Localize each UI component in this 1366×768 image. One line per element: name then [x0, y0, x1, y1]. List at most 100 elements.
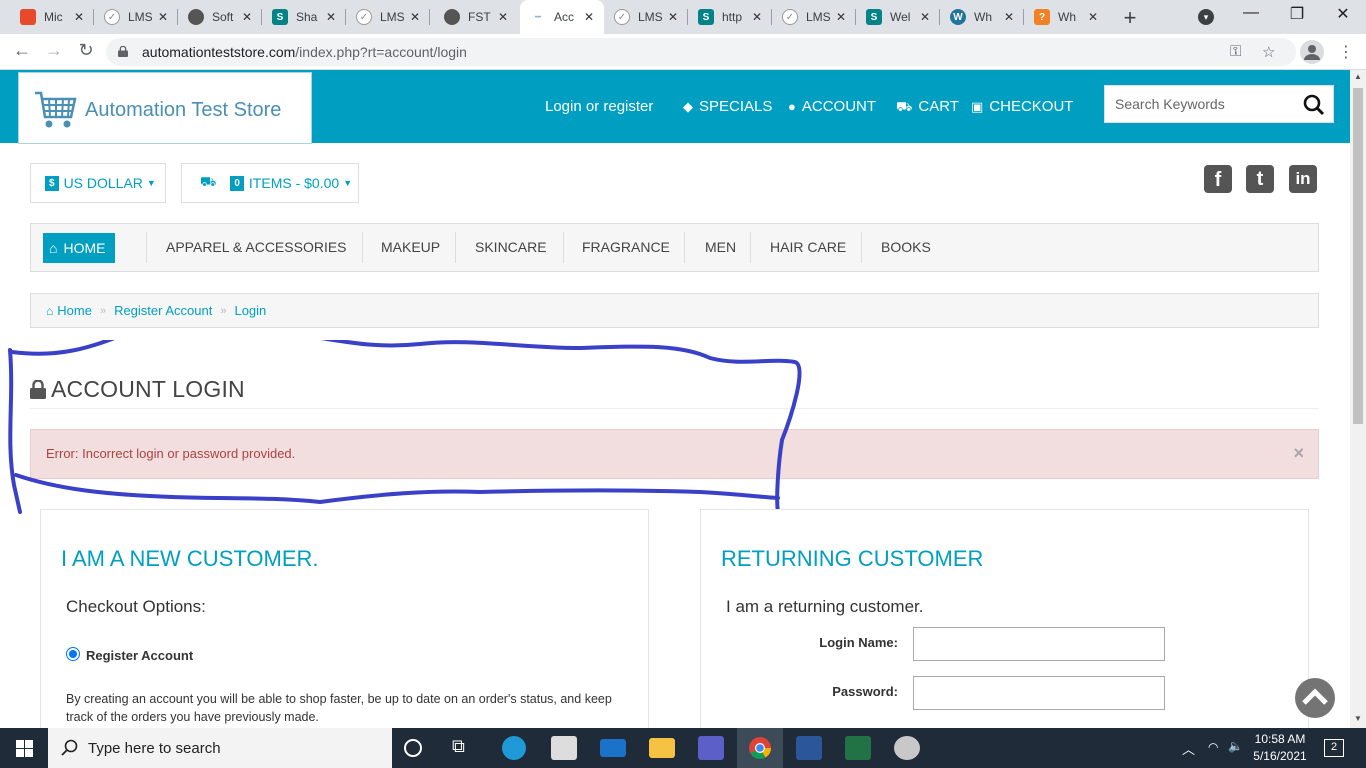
browser-tab[interactable]: ✓ LMS ✕ [94, 0, 178, 34]
star-icon[interactable]: ☆ [1262, 43, 1275, 61]
money-icon: ▣ [971, 99, 984, 114]
scroll-to-top-button[interactable] [1295, 678, 1335, 718]
close-tab-icon[interactable]: ✕ [74, 10, 84, 24]
menu-item-men[interactable]: MEN [695, 224, 746, 271]
mail-icon[interactable] [600, 739, 626, 757]
close-tab-icon[interactable]: ✕ [410, 10, 420, 24]
profile-avatar[interactable] [1300, 40, 1324, 64]
wifi-icon[interactable]: ◠ [1208, 740, 1218, 754]
store-icon[interactable] [551, 736, 577, 760]
returning-customer-heading: RETURNING CUSTOMER [721, 546, 984, 571]
browser-tab[interactable]: W Wh ✕ [940, 0, 1024, 34]
cart-link[interactable]: ⛟ CART [896, 98, 959, 117]
minimize-button[interactable]: — [1228, 4, 1274, 22]
key-icon[interactable]: ⚿ [1230, 43, 1241, 60]
search-icon[interactable] [1303, 94, 1325, 116]
checkout-link[interactable]: ▣ CHECKOUT [971, 98, 1073, 115]
browser-tab[interactable]: ✓ LMS ✕ [346, 0, 430, 34]
back-icon[interactable]: ← [10, 40, 34, 61]
close-tab-icon[interactable]: ✕ [584, 10, 594, 24]
breadcrumb-home[interactable]: Home [57, 303, 92, 318]
breadcrumb-login[interactable]: Login [234, 303, 266, 318]
snipping-tool-icon[interactable] [894, 736, 920, 760]
menu-item-books[interactable]: BOOKS [871, 224, 941, 271]
excel-icon[interactable] [845, 736, 871, 760]
close-tab-icon[interactable]: ✕ [920, 10, 930, 24]
cortana-icon[interactable] [404, 739, 422, 757]
breadcrumb-register-account[interactable]: Register Account [114, 303, 212, 318]
scroll-up-icon[interactable]: ▲ [1354, 72, 1362, 81]
register-account-radio[interactable] [66, 647, 80, 661]
menu-item-hair-care[interactable]: HAIR CARE [760, 224, 856, 271]
site-header: Automation Test Store Login or register … [0, 70, 1350, 144]
show-hidden-icons-icon[interactable]: ︿ [1182, 739, 1195, 758]
page-scrollbar[interactable]: ▲ ▼ [1350, 70, 1366, 728]
scroll-down-icon[interactable]: ▼ [1354, 714, 1362, 723]
browser-tab[interactable]: ? Wh ✕ [1024, 0, 1108, 34]
browser-tab-active[interactable]: ━ Acc ✕ [520, 0, 604, 34]
close-tab-icon[interactable]: ✕ [836, 10, 846, 24]
login-register-link[interactable]: Login or register [545, 98, 653, 115]
browser-tab[interactable]: FST ✕ [434, 0, 518, 34]
browser-menu-icon[interactable]: ⋮ [1338, 42, 1354, 62]
site-logo[interactable]: Automation Test Store [18, 72, 312, 144]
close-tab-icon[interactable]: ✕ [158, 10, 168, 24]
windows-start-icon[interactable] [16, 740, 33, 757]
word-icon[interactable] [796, 736, 822, 760]
file-explorer-icon[interactable] [649, 738, 675, 758]
browser-tab[interactable]: S http ✕ [688, 0, 772, 34]
notifications-icon[interactable]: 2 [1324, 739, 1344, 757]
reload-icon[interactable]: ↻ [74, 40, 98, 61]
browser-tab[interactable]: Mic ✕ [10, 0, 94, 34]
volume-icon[interactable]: 🔈 [1228, 739, 1243, 753]
tab-title: Soft [212, 10, 234, 24]
taskbar-clock[interactable]: 10:58 AM 5/16/2021 [1250, 731, 1310, 765]
menu-item-makeup[interactable]: MAKEUP [371, 224, 450, 271]
password-input[interactable] [913, 676, 1165, 710]
home-menu-button[interactable]: ⌂ HOME [43, 233, 116, 263]
close-tab-icon[interactable]: ✕ [326, 10, 336, 24]
currency-dropdown[interactable]: $ US DOLLAR ▼ [30, 163, 166, 203]
close-tab-icon[interactable]: ✕ [1004, 10, 1014, 24]
browser-tab[interactable]: Soft ✕ [178, 0, 262, 34]
user-icon: ● [788, 99, 796, 114]
cart-dropdown[interactable]: ⛟ 0 ITEMS - $0.00 ▼ [181, 163, 359, 203]
scrollbar-thumb[interactable] [1353, 88, 1363, 424]
login-name-input[interactable] [913, 627, 1165, 661]
teams-icon[interactable] [698, 736, 724, 760]
menu-item-skincare[interactable]: SKINCARE [465, 224, 557, 271]
chrome-taskbar-active[interactable] [737, 728, 783, 768]
close-window-button[interactable]: ✕ [1320, 4, 1366, 24]
facebook-icon[interactable]: f [1204, 165, 1232, 193]
tab-search-icon[interactable]: ▾ [1198, 9, 1214, 25]
site-favicon-icon: ━ [530, 9, 546, 25]
restore-button[interactable]: ❐ [1274, 4, 1320, 24]
menu-item-apparel[interactable]: APPAREL & ACCESSORIES [156, 224, 357, 271]
close-tab-icon[interactable]: ✕ [498, 10, 508, 24]
twitter-icon[interactable]: t [1246, 165, 1274, 193]
home-icon: ⌂ [46, 303, 54, 318]
browser-tab[interactable]: ✓ LMS ✕ [772, 0, 856, 34]
linkedin-icon[interactable]: in [1289, 165, 1317, 193]
close-tab-icon[interactable]: ✕ [242, 10, 252, 24]
close-tab-icon[interactable]: ✕ [1088, 10, 1098, 24]
edge-icon[interactable] [502, 736, 526, 760]
close-alert-icon[interactable]: × [1293, 444, 1304, 462]
caret-down-icon: ▼ [146, 178, 156, 188]
new-tab-button[interactable]: + [1118, 5, 1142, 31]
task-view-icon[interactable]: ⧉ [452, 736, 478, 760]
menu-item-fragrance[interactable]: FRAGRANCE [572, 224, 680, 271]
forward-icon[interactable]: → [42, 40, 66, 61]
search-icon [61, 739, 78, 756]
address-bar[interactable]: automationteststore.com/index.php?rt=acc… [106, 38, 1296, 66]
specials-link[interactable]: ◆ SPECIALS [683, 98, 772, 115]
register-account-label[interactable]: Register Account [86, 648, 193, 663]
browser-tab[interactable]: ✓ LMS ✕ [604, 0, 688, 34]
close-tab-icon[interactable]: ✕ [668, 10, 678, 24]
search-input[interactable] [1105, 86, 1295, 122]
browser-tab[interactable]: S Wel ✕ [856, 0, 940, 34]
close-tab-icon[interactable]: ✕ [752, 10, 762, 24]
account-link[interactable]: ● ACCOUNT [788, 98, 876, 115]
taskbar-search[interactable]: Type here to search [48, 728, 392, 768]
browser-tab[interactable]: S Sha ✕ [262, 0, 346, 34]
